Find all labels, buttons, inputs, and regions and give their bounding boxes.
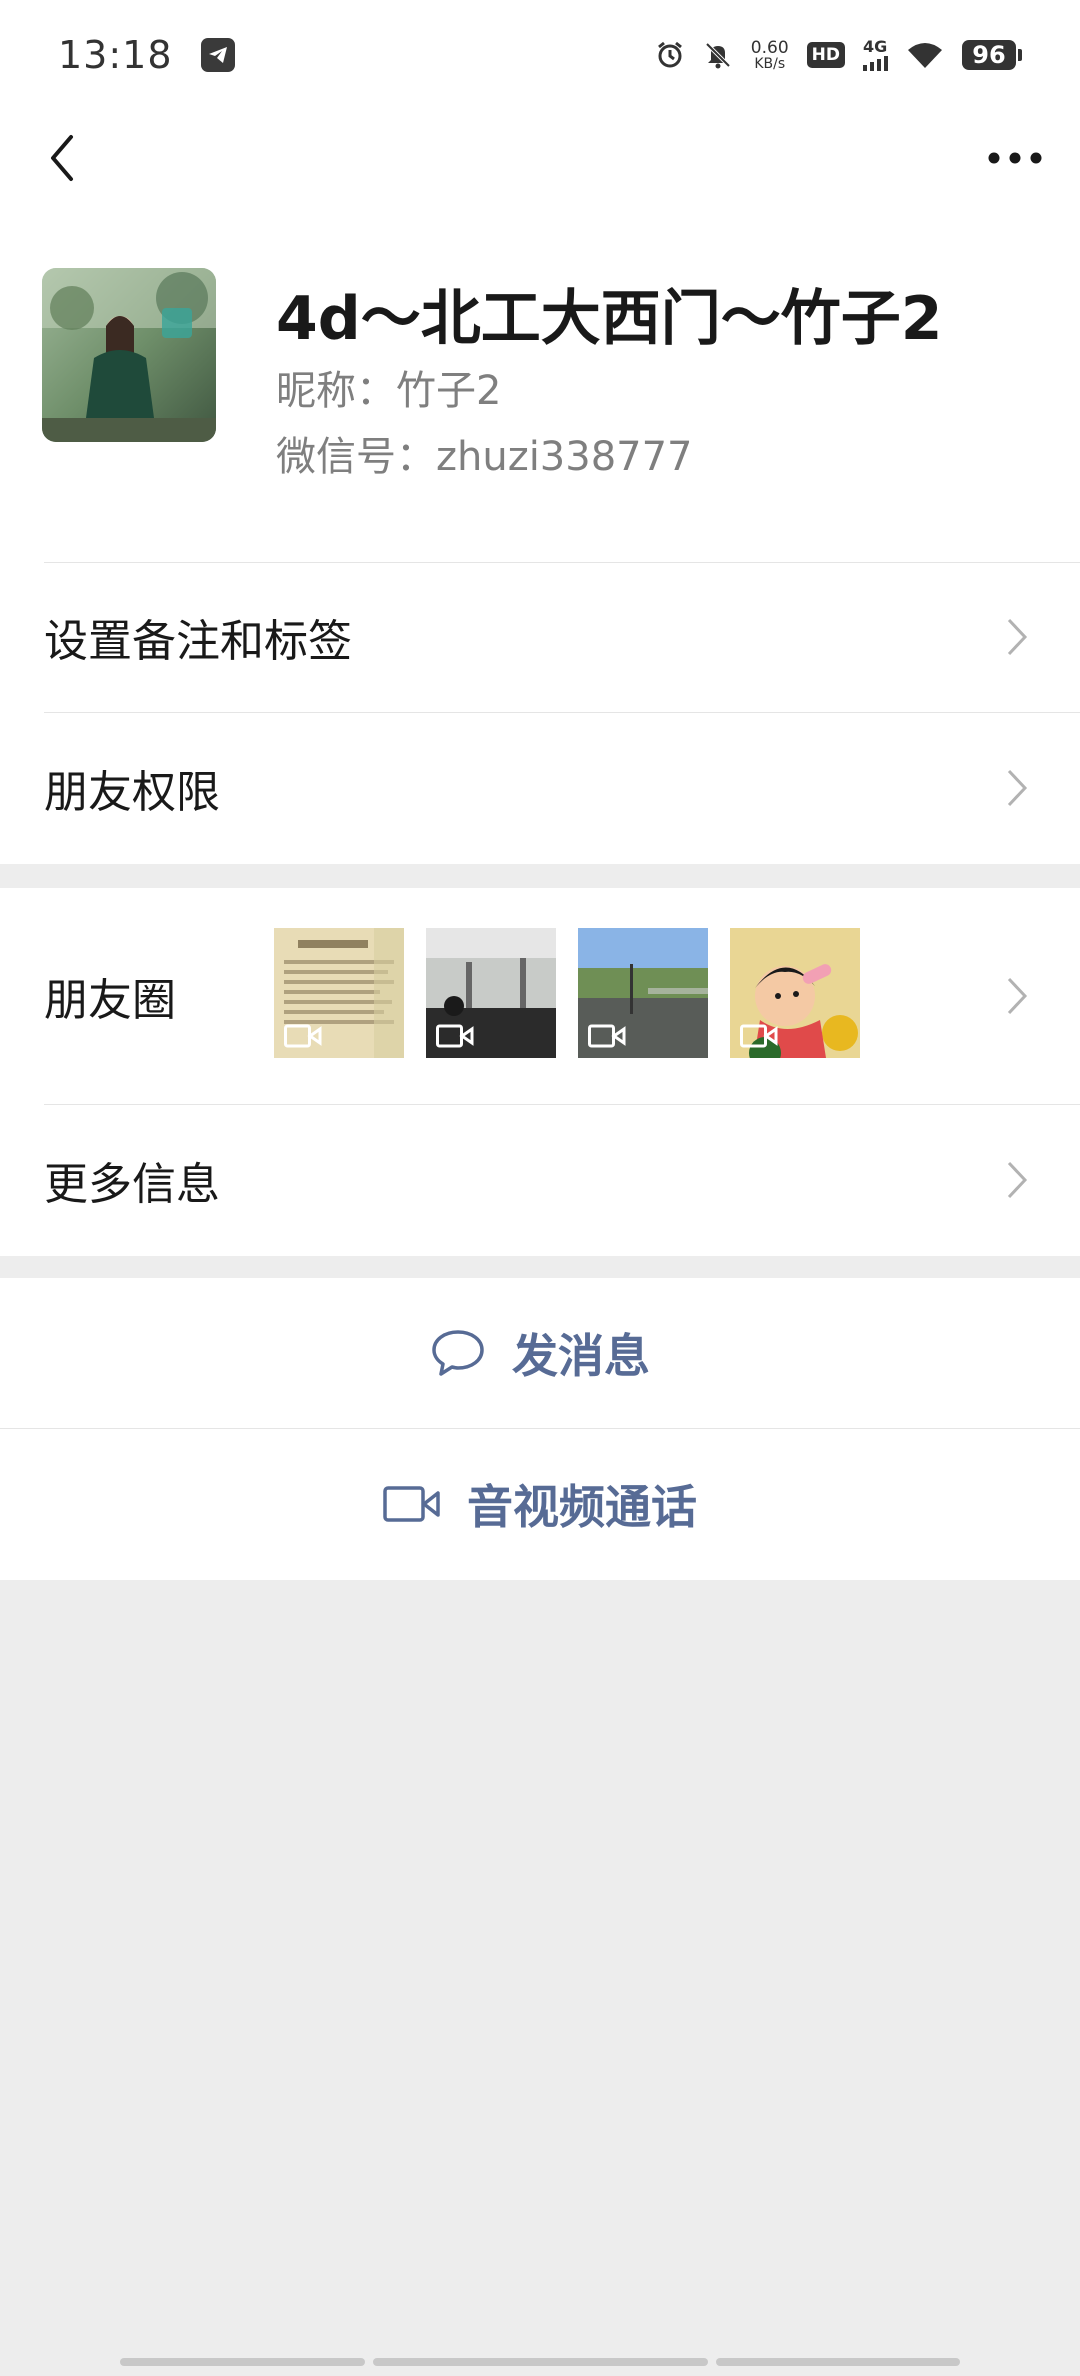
moments-thumb	[730, 928, 860, 1058]
profile-header: 4d～北工大西门～竹子2 昵称：竹子2 微信号：zhuzi338777	[0, 210, 1080, 562]
status-time: 13:18	[58, 33, 173, 77]
divider	[44, 712, 1080, 713]
avatar[interactable]	[42, 268, 216, 442]
profile-nickname: 昵称：竹子2	[276, 368, 502, 414]
friend-permissions-label: 朋友权限	[44, 767, 220, 818]
av-call-button[interactable]: 音视频通话	[0, 1428, 1080, 1580]
alarm-icon	[655, 40, 685, 70]
hd-badge: HD	[806, 42, 845, 68]
divider	[44, 1104, 1080, 1105]
video-icon	[284, 1024, 322, 1048]
more-info-row[interactable]: 更多信息	[0, 1104, 1080, 1256]
more-options-button[interactable]	[980, 128, 1050, 188]
divider	[0, 1428, 1080, 1429]
mute-bell-icon	[703, 40, 733, 70]
net-speed: 0.60 KB/s	[750, 37, 789, 72]
telegram-icon	[200, 38, 235, 72]
video-icon	[436, 1024, 474, 1048]
chevron-right-icon	[1002, 763, 1032, 813]
contact-profile-screen: 13:18 0.60 KB/s HD 4G 96 4d～北工大西门～竹子2 昵称…	[0, 0, 1080, 2376]
wifi-icon	[906, 40, 944, 70]
send-message-label: 发消息	[512, 1329, 650, 1383]
moments-thumb	[426, 928, 556, 1058]
friend-permissions-row[interactable]: 朋友权限	[0, 712, 1080, 864]
moments-thumb	[274, 928, 404, 1058]
send-message-button[interactable]: 发消息	[0, 1278, 1080, 1428]
moments-label: 朋友圈	[44, 975, 176, 1026]
remark-tags-label: 设置备注和标签	[44, 616, 352, 667]
video-camera-icon	[383, 1486, 440, 1522]
moments-thumb	[578, 928, 708, 1058]
chat-bubble-icon	[432, 1330, 484, 1376]
profile-wechat-id: 微信号：zhuzi338777	[276, 434, 693, 480]
chevron-right-icon	[1002, 612, 1032, 662]
chevron-right-icon	[1002, 971, 1032, 1021]
chevron-left-icon	[51, 135, 73, 181]
battery-level: 96	[962, 40, 1016, 70]
av-call-label: 音视频通话	[467, 1480, 697, 1534]
profile-display-name: 4d～北工大西门～竹子2	[276, 284, 943, 354]
moments-thumbnails	[274, 928, 860, 1058]
top-nav-bar	[0, 110, 1080, 210]
signal-icon: 4G	[863, 39, 888, 71]
ellipsis-icon	[988, 152, 1042, 164]
more-info-label: 更多信息	[44, 1159, 220, 1210]
home-indicator[interactable]	[120, 2358, 960, 2366]
divider	[44, 562, 1080, 563]
moments-row[interactable]: 朋友圈	[0, 888, 1080, 1104]
video-icon	[588, 1024, 626, 1048]
remark-tags-row[interactable]: 设置备注和标签	[0, 562, 1080, 712]
back-button[interactable]	[32, 128, 92, 188]
battery-icon: 96	[962, 40, 1022, 70]
video-icon	[740, 1024, 778, 1048]
status-bar: 13:18 0.60 KB/s HD 4G 96	[0, 0, 1080, 110]
chevron-right-icon	[1002, 1155, 1032, 1205]
